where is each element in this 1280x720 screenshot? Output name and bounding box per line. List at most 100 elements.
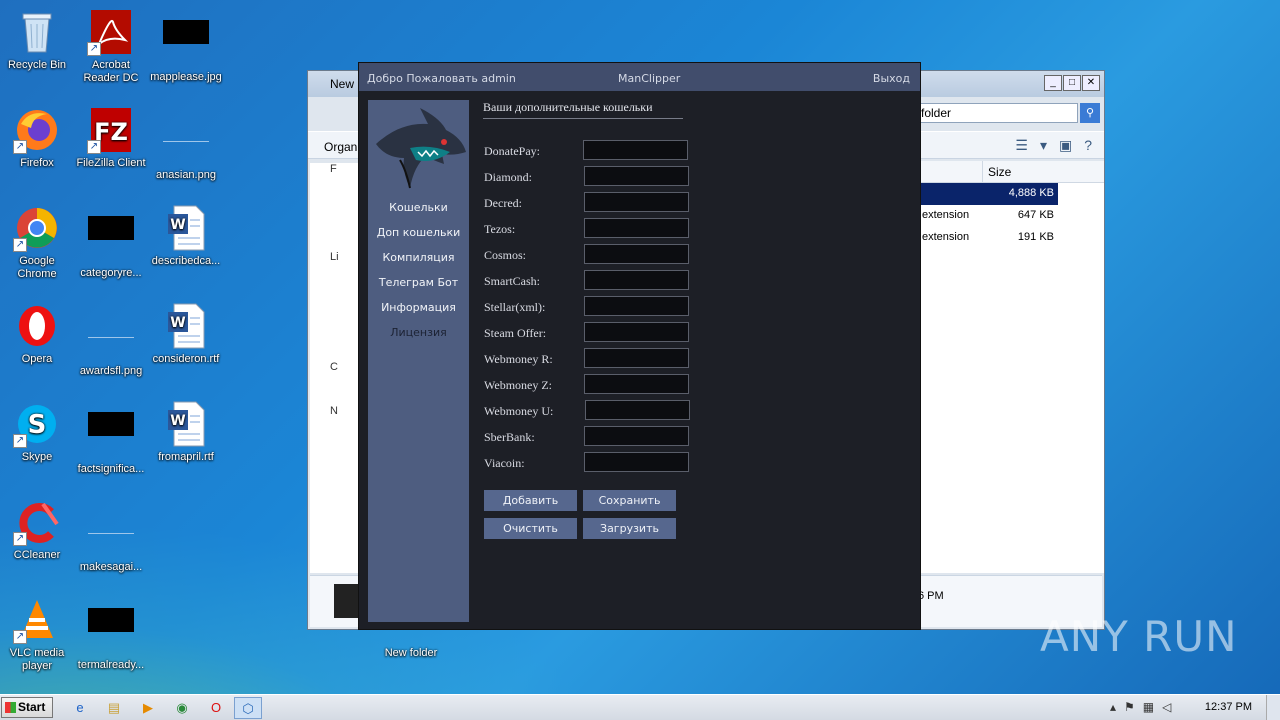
menu-item-wallets[interactable]: Кошельки (368, 200, 469, 225)
desktop-icon-awardsfl[interactable]: awardsfl.png (74, 302, 148, 378)
field-row-webmoney-r: Webmoney R: (484, 348, 704, 374)
word-document-icon: W (162, 204, 210, 252)
volume-icon[interactable]: ◁ (1162, 700, 1171, 714)
webmoney-r-input[interactable] (584, 348, 689, 368)
desktop-icon-categoryre[interactable]: categoryre... (74, 204, 148, 280)
show-desktop-button[interactable] (1266, 695, 1280, 720)
diamond-input[interactable] (584, 166, 689, 186)
desktop-icon-anasian[interactable]: anasian.png (149, 106, 223, 182)
nav-item[interactable]: N (310, 405, 358, 427)
webmoney-u-input[interactable] (585, 400, 690, 420)
clock[interactable]: 12:37 PM (1205, 701, 1252, 713)
nav-item[interactable]: C (310, 361, 358, 383)
field-label: Webmoney R: (484, 352, 553, 366)
file-row[interactable]: extension 191 KB (918, 227, 1104, 249)
cosmos-input[interactable] (584, 244, 689, 264)
decred-input[interactable] (584, 192, 689, 212)
steam-offer-input[interactable] (584, 322, 689, 342)
menu-item-information[interactable]: Информация (368, 300, 469, 325)
menu-item-telegram-bot[interactable]: Телеграм Бот (368, 275, 469, 300)
field-row-sberbank: SberBank: (484, 426, 704, 452)
donatepay-input[interactable] (583, 140, 688, 160)
field-label: Tezos: (484, 222, 516, 236)
desktop-icon-firefox[interactable]: ↗ Firefox (0, 106, 74, 170)
desktop-icon-makesagai[interactable]: makesagai... (74, 498, 148, 574)
nav-item[interactable] (310, 207, 358, 229)
desktop-icon-new-folder[interactable]: New folder (374, 626, 448, 660)
nav-item[interactable]: F (310, 163, 358, 185)
manclipper-taskbar-icon[interactable]: ⬡ (234, 697, 262, 719)
minimize-button[interactable]: _ (1044, 75, 1062, 91)
webmoney-z-input[interactable] (584, 374, 689, 394)
nav-item[interactable]: Li (310, 251, 358, 273)
svg-text:S: S (28, 410, 47, 440)
clear-button[interactable]: Очистить (484, 518, 577, 539)
nav-item[interactable] (310, 185, 358, 207)
desktop-icon-chrome[interactable]: ↗ Google Chrome (0, 204, 74, 281)
wallet-fields: DonatePay: Diamond: Decred: Tezos: Cosmo… (484, 140, 704, 478)
desktop-icon-recycle-bin[interactable]: Recycle Bin (0, 8, 74, 72)
explorer-search-input[interactable]: folder (916, 103, 1078, 123)
explorer-taskbar-icon[interactable]: ▤ (100, 697, 128, 719)
desktop-icon-describedca[interactable]: W describedca... (149, 204, 223, 268)
desktop-icon-factsignifica[interactable]: factsignifica... (74, 400, 148, 476)
desktop-icon-consideron[interactable]: W consideron.rtf (149, 302, 223, 366)
exit-link[interactable]: Выход (873, 72, 910, 85)
shortcut-arrow-icon: ↗ (87, 140, 101, 154)
chrome-taskbar-icon[interactable]: ◉ (168, 697, 196, 719)
desktop-icon-opera[interactable]: Opera (0, 302, 74, 366)
column-header[interactable]: Size (918, 161, 1104, 183)
nav-item[interactable] (310, 383, 358, 405)
desktop-icon-filezilla[interactable]: FZ ↗ FileZilla Client (74, 106, 148, 170)
nav-item[interactable] (310, 317, 358, 339)
nav-item[interactable] (310, 339, 358, 361)
desktop-icon-acrobat[interactable]: ↗ Acrobat Reader DC (74, 8, 148, 85)
field-row-viacoin: Viacoin: (484, 452, 704, 478)
desktop-icon-vlc[interactable]: ↗ VLC media player (0, 596, 74, 673)
nav-item[interactable] (310, 295, 358, 317)
viacoin-input[interactable] (584, 452, 689, 472)
maximize-button[interactable]: □ (1063, 75, 1081, 91)
sberbank-input[interactable] (584, 426, 689, 446)
file-row[interactable]: 4,888 KB (918, 183, 1058, 205)
desktop-icon-skype[interactable]: S ↗ Skype (0, 400, 74, 464)
nav-item[interactable] (310, 273, 358, 295)
ie-taskbar-icon[interactable]: e (66, 697, 94, 719)
menu-item-extra-wallets[interactable]: Доп кошельки (368, 225, 469, 250)
desktop-icon-fromapril[interactable]: W fromapril.rtf (149, 400, 223, 464)
view-options-icon[interactable]: ☰ (1015, 137, 1028, 154)
recycle-bin-icon (13, 8, 61, 56)
smartcash-input[interactable] (584, 270, 689, 290)
menu-item-license[interactable]: Лицензия (368, 325, 469, 350)
search-icon[interactable]: ⚲ (1080, 103, 1100, 123)
start-button[interactable]: Start (1, 697, 53, 718)
close-button[interactable]: ✕ (1082, 75, 1100, 91)
desktop-icon-mapplease[interactable]: mapplease.jpg (149, 8, 223, 84)
help-icon[interactable]: ? (1084, 137, 1092, 154)
media-player-taskbar-icon[interactable]: ▶ (134, 697, 162, 719)
load-button[interactable]: Загрузить (583, 518, 676, 539)
save-button[interactable]: Сохранить (583, 490, 676, 511)
sidebar-menu: Кошельки Доп кошельки Компиляция Телегра… (368, 200, 469, 350)
chevron-down-icon[interactable]: ▾ (1040, 137, 1047, 154)
firefox-icon: ↗ (13, 106, 61, 154)
preview-pane-icon[interactable]: ▣ (1059, 137, 1072, 154)
field-label: DonatePay: (484, 144, 540, 158)
stellar-input[interactable] (584, 296, 689, 316)
opera-taskbar-icon[interactable]: O (202, 697, 230, 719)
taskbar: Start e ▤ ▶ ◉ O ⬡ ▴ ⚑ ▦ ◁ 12:37 PM (0, 694, 1280, 720)
network-icon[interactable]: ▦ (1143, 700, 1154, 714)
show-hidden-icons-icon[interactable]: ▴ (1110, 700, 1116, 714)
menu-item-compilation[interactable]: Компиляция (368, 250, 469, 275)
file-row[interactable]: extension 647 KB (918, 205, 1104, 227)
manclipper-window[interactable]: Добро Пожаловать admin ManClipper Выход … (358, 62, 921, 630)
shark-logo-icon (370, 104, 468, 196)
action-center-icon[interactable]: ⚑ (1124, 700, 1135, 714)
chrome-icon: ↗ (13, 204, 61, 252)
nav-item[interactable] (310, 229, 358, 251)
column-size[interactable]: Size (988, 165, 1011, 179)
desktop-icon-ccleaner[interactable]: ↗ CCleaner (0, 498, 74, 562)
add-button[interactable]: Добавить (484, 490, 577, 511)
tezos-input[interactable] (584, 218, 689, 238)
desktop-icon-termalready[interactable]: termalready... (74, 596, 148, 672)
